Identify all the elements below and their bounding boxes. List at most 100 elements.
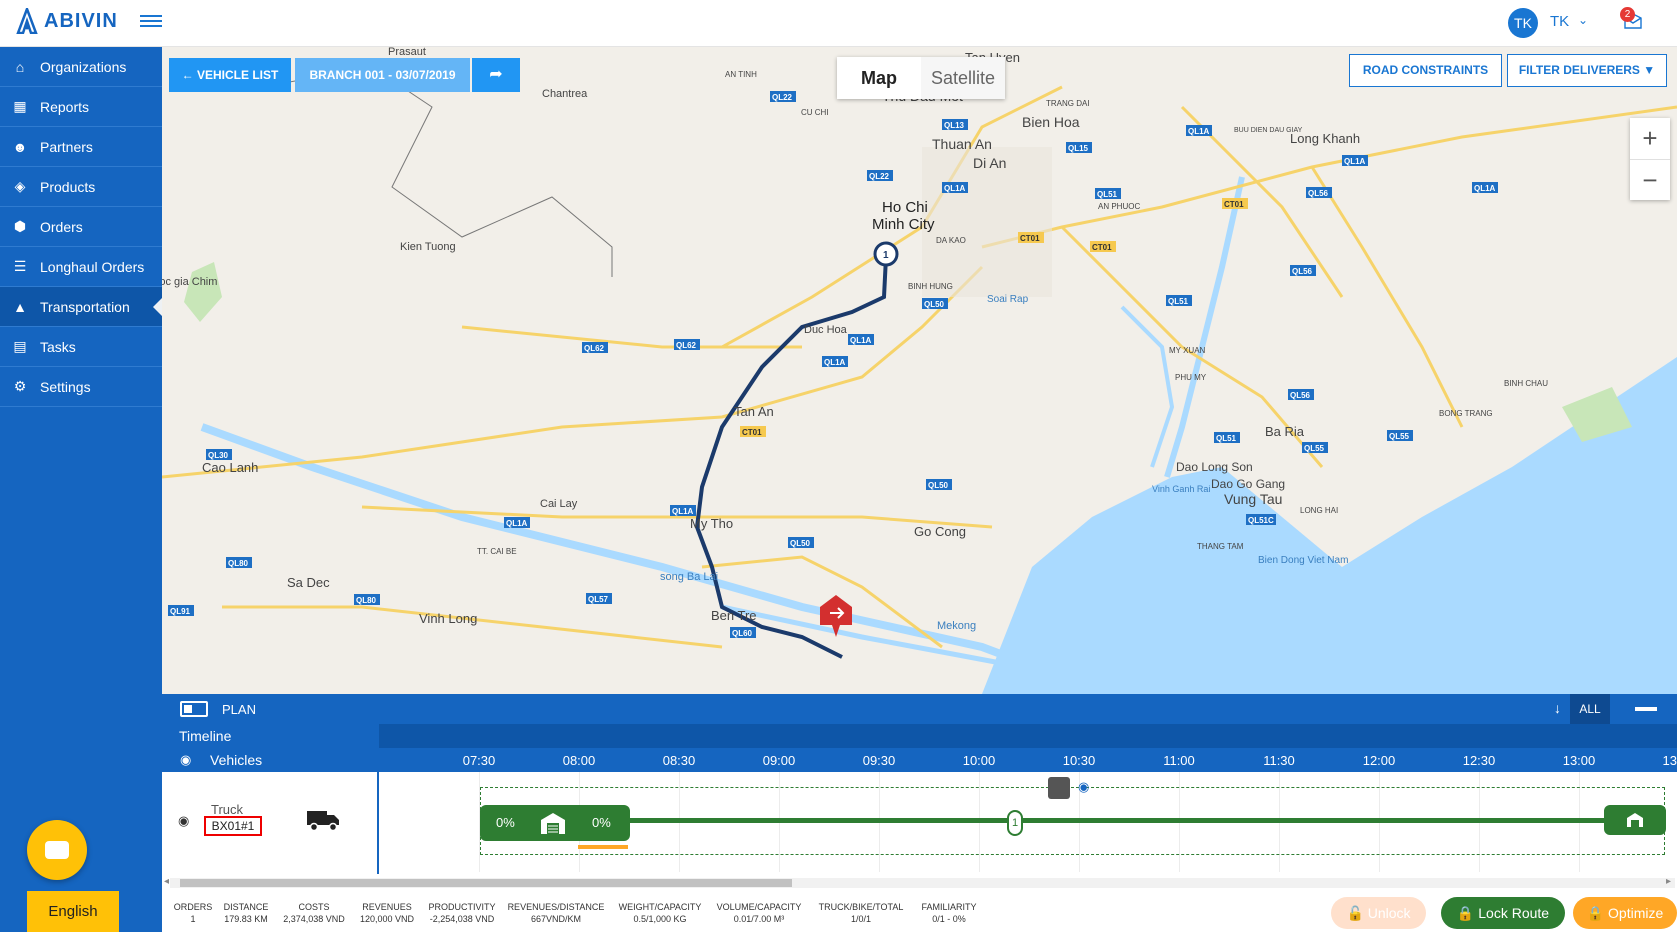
map-place-label: BONG TRANG [1439, 409, 1493, 418]
map-tab[interactable]: Map [837, 57, 921, 99]
sidebar-item-longhaul-orders[interactable]: ☰ Longhaul Orders [0, 247, 162, 287]
time-tick: 13:00 [1562, 753, 1596, 768]
zoom-out-button[interactable]: − [1630, 159, 1670, 200]
map-place-label: Sa Dec [287, 575, 330, 590]
stat-value: 179.83 KM [224, 914, 268, 924]
map-place-label: Ba Ria [1265, 424, 1305, 439]
sidebar-item-organizations[interactable]: ⌂ Organizations [0, 47, 162, 87]
scroll-left-icon[interactable]: ◂ [164, 876, 169, 887]
depot-start-block[interactable]: 0% 0% [480, 805, 630, 841]
depot-end-block[interactable] [1604, 805, 1666, 835]
stop-marker[interactable]: 1 [1007, 810, 1023, 836]
sidebar-item-products[interactable]: ◈ Products [0, 167, 162, 207]
sidebar-item-reports[interactable]: ▦ Reports [0, 87, 162, 127]
unload-percent: 0% [592, 815, 611, 830]
sidebar-item-settings[interactable]: ⚙ Settings [0, 367, 162, 407]
map-place-label: BINH CHAU [1504, 379, 1548, 388]
road-shield: QL80 [356, 596, 377, 605]
plan-title: PLAN [222, 702, 256, 717]
stat-volume-capacity: VOLUME/CAPACITY 0.01/7.00 M³ [712, 901, 806, 925]
stat-label: TRUCK/BIKE/TOTAL [818, 902, 904, 912]
road-shield: QL13 [944, 121, 965, 130]
stat-productivity: PRODUCTIVITY -2,254,038 VND [424, 901, 500, 925]
map-place-label: LONG HAI [1300, 506, 1338, 515]
vehicle-id[interactable]: BX01#1 [204, 816, 262, 836]
map-view[interactable]: Prasaut Chantrea AN TINH CU CHI Tan Uyen… [162, 47, 1677, 694]
road-icon: ▲ [13, 298, 27, 315]
logo[interactable]: ABIVIN [16, 8, 118, 34]
road-shield: QL62 [676, 341, 697, 350]
route-timeline-bar[interactable] [630, 818, 1604, 823]
timeline-scrollbar[interactable] [170, 878, 1675, 888]
vehicles-header: Vehicles [162, 748, 377, 772]
sidebar-item-tasks[interactable]: ▤ Tasks [0, 327, 162, 367]
map-canvas[interactable]: Prasaut Chantrea AN TINH CU CHI Tan Uyen… [162, 47, 1677, 694]
road-shield: CT01 [1020, 234, 1040, 243]
language-button[interactable]: English [27, 891, 119, 932]
road-constraints-button[interactable]: ROAD CONSTRAINTS [1349, 54, 1502, 87]
stat-value: 0.5/1,000 KG [633, 914, 687, 924]
sidebar-item-transportation[interactable]: ▲ Transportation [0, 287, 163, 327]
list-icon: ☰ [13, 258, 27, 274]
cubes-icon: ⬢ [13, 218, 27, 234]
arrow-down-icon[interactable]: ↓ [1554, 700, 1561, 716]
map-place-label: THANG TAM [1197, 542, 1244, 551]
driver-icon[interactable] [1048, 777, 1070, 799]
road-shield: QL50 [928, 481, 949, 490]
sidebar-item-label: Organizations [40, 58, 127, 75]
sidebar-item-label: Transportation [40, 298, 130, 315]
top-bar: ABIVIN TK TK ⌄ 2 [0, 0, 1677, 47]
scroll-right-icon[interactable]: ▸ [1666, 876, 1671, 887]
gear-icon: ⚙ [13, 378, 27, 394]
map-place-label: Thuan An [932, 136, 992, 152]
road-shield: QL1A [824, 358, 846, 367]
road-shield: QL51 [1168, 297, 1189, 306]
route-stop-label: 1 [883, 250, 889, 261]
map-place-label: AN TINH [725, 70, 757, 79]
road-shield: QL56 [1292, 267, 1313, 276]
map-place-label: Vinh Long [419, 611, 477, 626]
chevron-down-icon[interactable]: ⌄ [1578, 13, 1588, 27]
sidebar-item-label: Reports [40, 98, 90, 115]
share-icon[interactable]: ➦ [472, 58, 520, 92]
vehicles-label: Vehicles [210, 752, 263, 768]
panel-toggle-icon[interactable] [180, 701, 208, 717]
eye-icon[interactable]: ◉ [178, 813, 189, 829]
time-tick: 12:00 [1362, 753, 1396, 768]
road-shield: CT01 [1224, 200, 1244, 209]
map-place-label: Long Khanh [1290, 131, 1360, 146]
road-shield: QL55 [1304, 444, 1325, 453]
road-shield: QL1A [672, 507, 694, 516]
user-avatar[interactable]: TK [1508, 8, 1538, 38]
eye-icon[interactable]: ◉ [180, 752, 191, 768]
chat-button[interactable] [27, 820, 87, 880]
minimize-icon[interactable] [1635, 707, 1657, 711]
unlock-button[interactable]: 🔓 Unlock [1331, 897, 1426, 929]
eye-icon[interactable]: ◉ [1078, 779, 1089, 795]
sidebar-item-label: Longhaul Orders [40, 258, 145, 275]
zoom-in-button[interactable]: + [1630, 118, 1670, 159]
map-place-label: Bien Dong Viet Nam [1258, 555, 1348, 566]
stat-label: REVENUES [362, 902, 412, 912]
sidebar-item-orders[interactable]: ⬢ Orders [0, 207, 162, 247]
map-place-label: Prasaut [388, 47, 426, 58]
sidebar-item-partners[interactable]: ☻ Partners [0, 127, 162, 167]
menu-toggle-icon[interactable] [140, 12, 162, 32]
lock-route-button[interactable]: 🔒 Lock Route [1441, 897, 1565, 929]
user-name[interactable]: TK [1550, 13, 1569, 30]
map-place-label: Cai Lay [540, 498, 578, 510]
filter-deliverers-button[interactable]: FILTER DELIVERERS ▼ [1507, 54, 1667, 87]
stat-revenues: REVENUES 120,000 VND [354, 901, 420, 925]
optimize-button[interactable]: 🔒 Optimize [1573, 897, 1677, 929]
road-shield: QL1A [1188, 127, 1210, 136]
vehicle-list-button[interactable]: ← VEHICLE LIST [169, 58, 291, 92]
time-tick: 12:30 [1462, 753, 1496, 768]
show-all-button[interactable]: ALL [1570, 694, 1610, 724]
branch-selector[interactable]: BRANCH 001 - 03/07/2019 [295, 58, 470, 92]
brand-name: ABIVIN [44, 9, 118, 32]
map-place-label: Di An [973, 155, 1006, 171]
chat-icon [45, 841, 69, 859]
satellite-tab[interactable]: Satellite [921, 57, 1005, 99]
lock-icon: 🔒 [1456, 905, 1479, 921]
stat-value: 0.01/7.00 M³ [733, 914, 785, 924]
